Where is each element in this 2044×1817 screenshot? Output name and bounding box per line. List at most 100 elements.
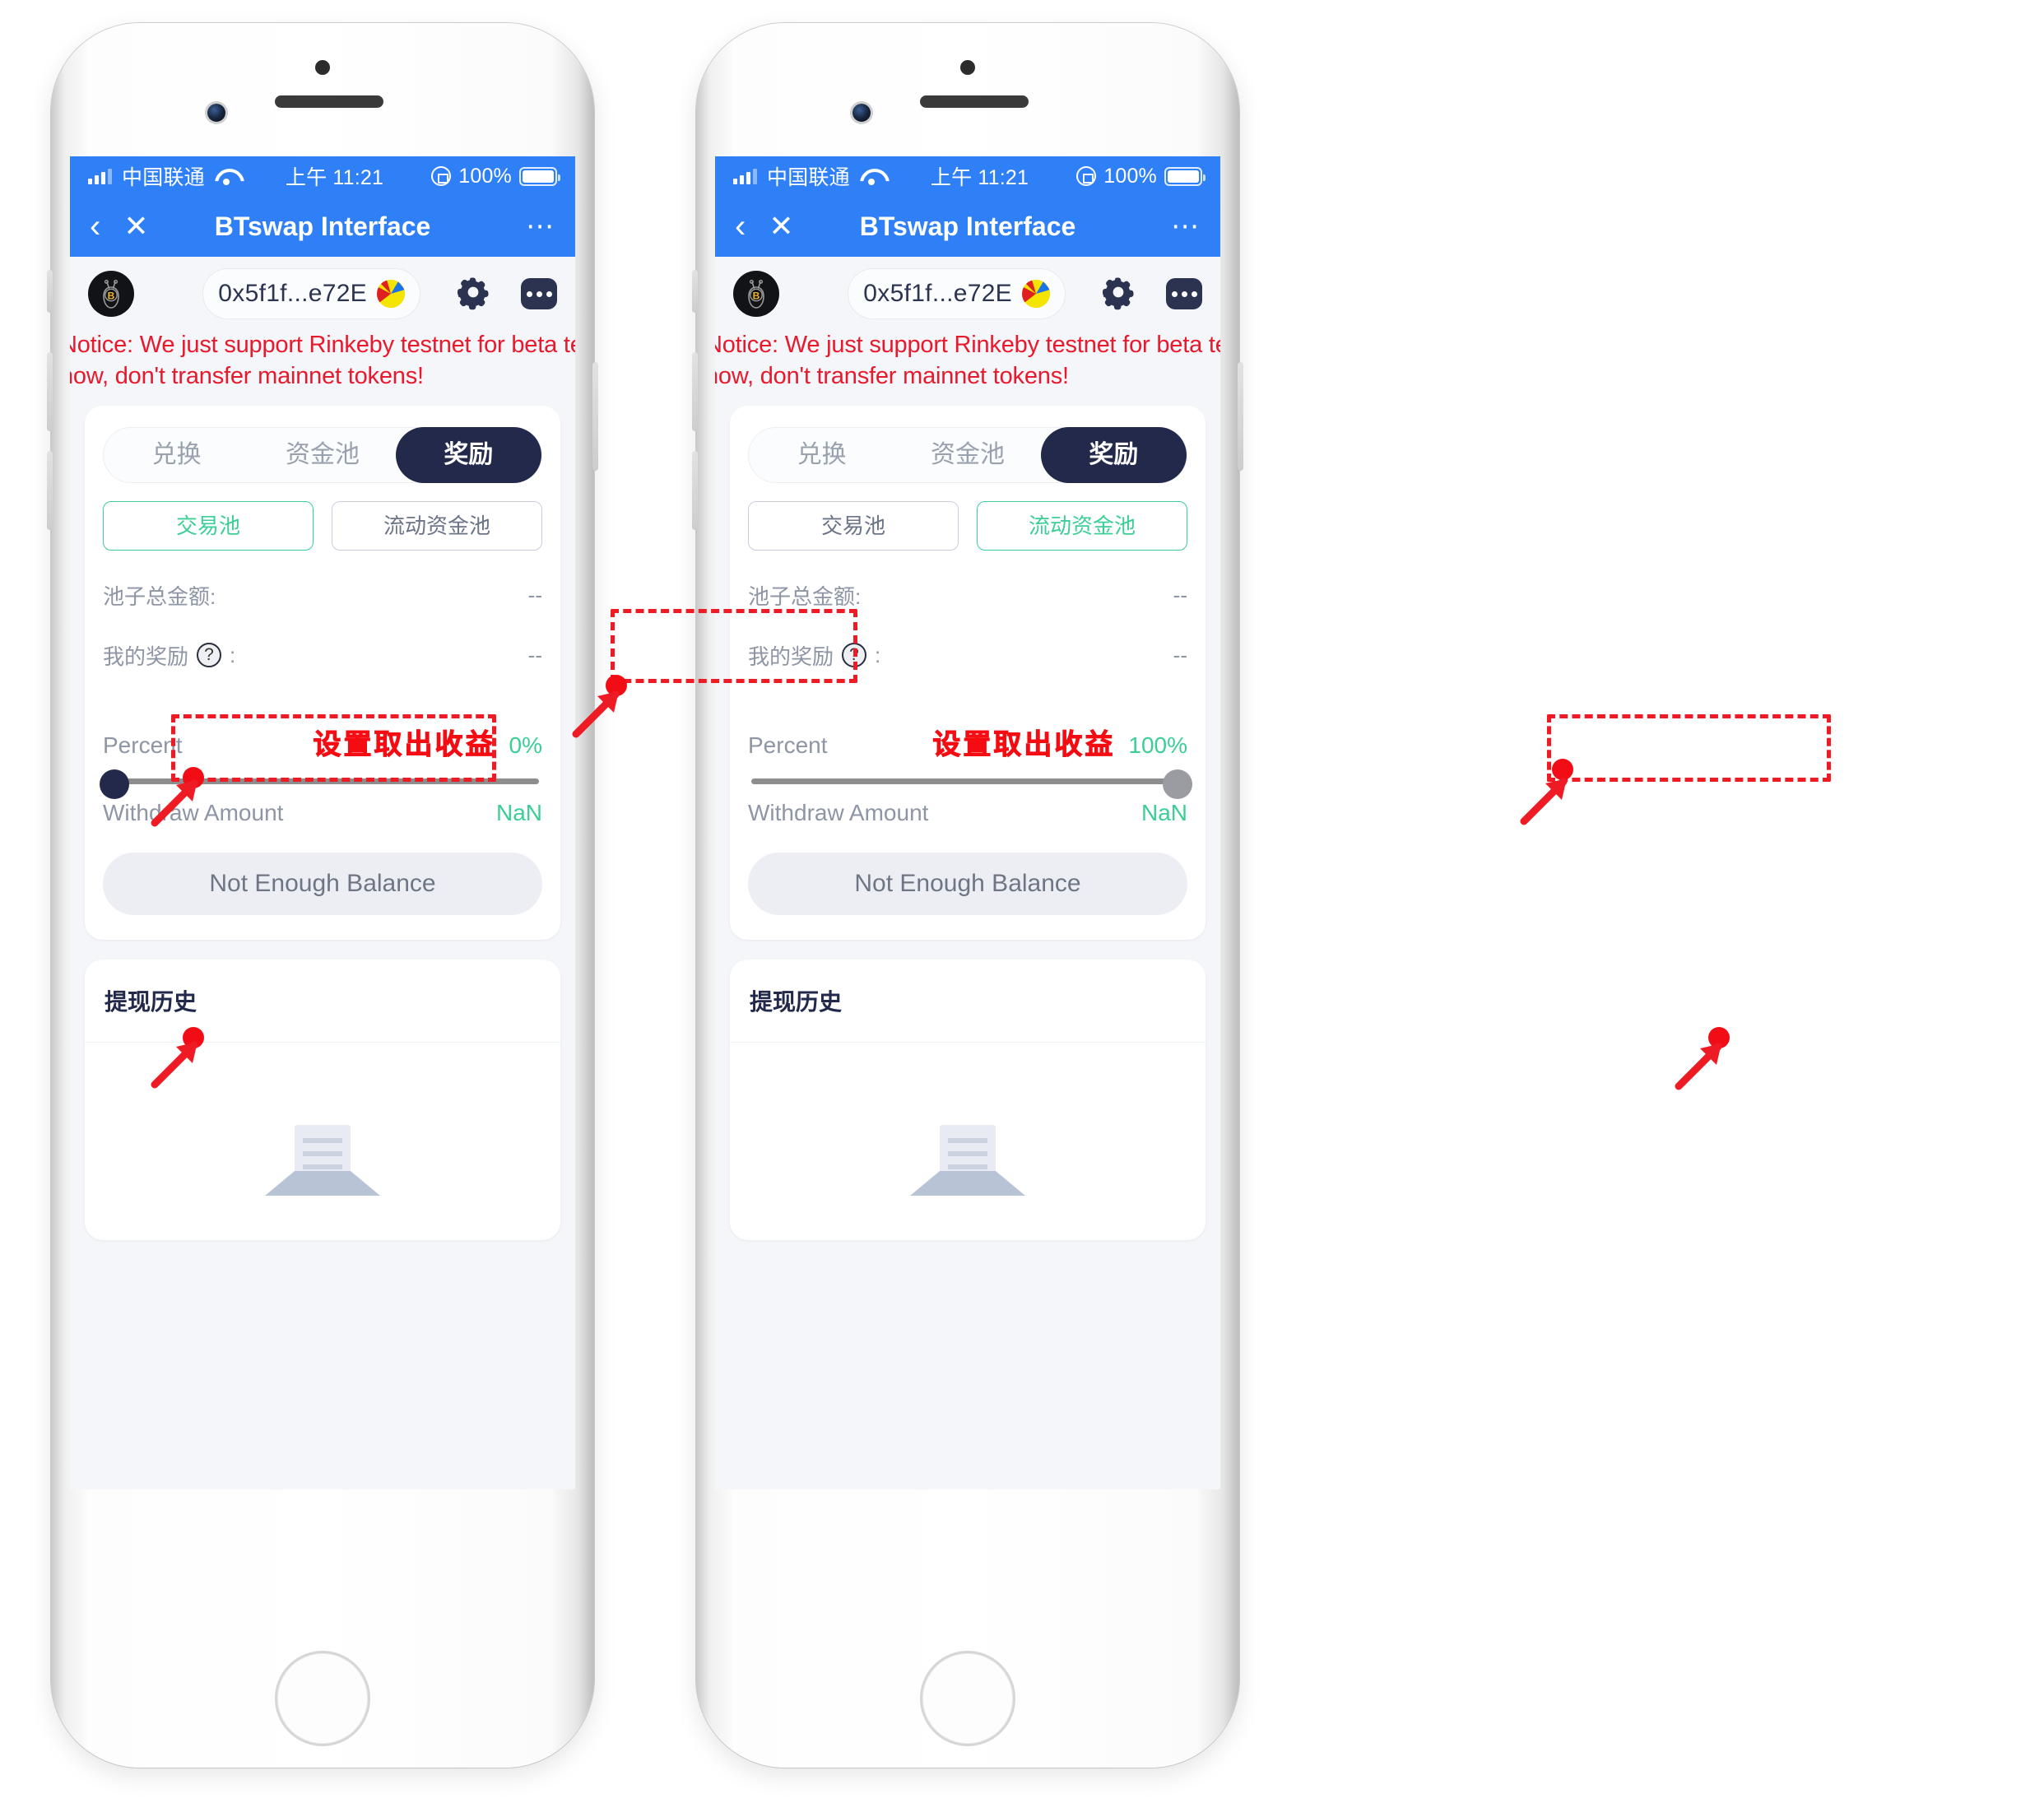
front-camera-icon (852, 104, 871, 122)
tab-swap[interactable]: 兑换 (749, 427, 894, 483)
tab-swap[interactable]: 兑换 (104, 427, 249, 483)
pool-button-liquidity[interactable]: 流动资金池 (977, 500, 1187, 551)
annotation-set-withdraw-profit: 设置取出收益 (313, 728, 496, 760)
testnet-notice: Notice: We just support Rinkeby testnet … (715, 324, 1220, 401)
withdraw-history-title: 提现历史 (105, 988, 197, 1015)
percent-value: 100% (1128, 732, 1187, 758)
ellipsis-icon[interactable]: ⋯ (526, 211, 555, 240)
ellipsis-square-icon[interactable] (521, 278, 557, 309)
gear-icon[interactable] (453, 272, 493, 316)
earpiece-speaker (275, 95, 383, 108)
app-header: B 0x5f1f...e72E (70, 257, 575, 324)
wallet-address-pill[interactable]: 0x5f1f...e72E (202, 268, 420, 319)
chevron-left-icon[interactable]: ‹ (90, 210, 100, 243)
total-pool-value: -- (527, 582, 542, 607)
tab-rewards[interactable]: 奖励 (1040, 426, 1187, 483)
volume-up-button[interactable] (47, 352, 53, 431)
withdraw-history-card: 提现历史 (730, 959, 1205, 1240)
percent-row: Percent 设置取出收益 100% (748, 718, 1187, 760)
mute-switch[interactable] (692, 270, 698, 313)
main-tabs: 兑换 资金池 奖励 (748, 426, 1187, 483)
signal-bars-icon (733, 168, 757, 184)
power-button[interactable] (1238, 362, 1243, 471)
rotation-lock-icon (1076, 166, 1097, 186)
power-button[interactable] (592, 362, 598, 471)
home-button[interactable] (920, 1651, 1015, 1746)
info-row-my-reward: 我的奖励 ? : -- (103, 640, 542, 671)
mute-switch[interactable] (47, 270, 53, 313)
withdraw-amount-row: Withdraw Amount NaN (103, 800, 542, 826)
volume-down-button[interactable] (47, 451, 53, 530)
pool-button-liquidity[interactable]: 流动资金池 (332, 500, 542, 551)
phone-device-right: 中国联通 上午 11:21 100% ‹ ✕ BTswap Interface … (692, 23, 1243, 1768)
info-row-total-pool: 池子总金额: -- (103, 580, 542, 611)
wallet-address-label: 0x5f1f...e72E (863, 280, 1012, 307)
annotation-arrow-slider-right (1675, 1043, 1722, 1090)
battery-percent-label: 100% (1103, 164, 1157, 188)
question-mark-icon[interactable]: ? (842, 643, 867, 668)
status-bar: 中国联通 上午 11:21 100% (70, 156, 575, 196)
tab-rewards[interactable]: 奖励 (395, 426, 541, 483)
my-reward-colon: : (230, 642, 236, 667)
proximity-sensor-icon (315, 60, 330, 75)
phone-screen-right: 中国联通 上午 11:21 100% ‹ ✕ BTswap Interface … (715, 156, 1220, 1489)
close-x-icon[interactable]: ✕ (769, 209, 793, 244)
clock-label: 上午 11:21 (930, 166, 1029, 189)
total-pool-value: -- (1173, 582, 1187, 607)
volume-down-button[interactable] (692, 451, 698, 530)
not-enough-balance-button[interactable]: Not Enough Balance (103, 852, 542, 915)
percent-slider[interactable] (748, 769, 1192, 799)
chevron-left-icon[interactable]: ‹ (735, 210, 746, 243)
phone-device-left: 中国联通 上午 11:21 100% ‹ ✕ BTswap Interface … (47, 23, 598, 1768)
withdraw-history-card: 提现历史 (85, 959, 560, 1240)
close-x-icon[interactable]: ✕ (123, 209, 148, 244)
ellipsis-square-icon[interactable] (1166, 278, 1202, 309)
ellipsis-icon[interactable]: ⋯ (1171, 211, 1201, 240)
total-pool-label: 池子总金额: (748, 583, 862, 609)
rewards-card: 兑换 资金池 奖励 交易池 流动资金池 池子总金额: -- 我的奖励 ?: -… (730, 405, 1205, 940)
withdraw-history-title: 提现历史 (750, 988, 843, 1015)
clock-label: 上午 11:21 (285, 166, 384, 189)
slider-track[interactable] (751, 778, 1184, 784)
notice-line-1: Notice: We just support Rinkeby testnet … (70, 332, 575, 358)
my-reward-colon: : (875, 642, 881, 667)
notice-line-2: now, don't transfer mainnet tokens! (70, 363, 424, 390)
not-enough-balance-button[interactable]: Not Enough Balance (748, 852, 1187, 915)
earpiece-speaker (920, 95, 1029, 108)
tab-pool[interactable]: 资金池 (249, 427, 395, 483)
slider-thumb[interactable] (1163, 769, 1192, 799)
wallet-address-pill[interactable]: 0x5f1f...e72E (848, 268, 1066, 319)
wifi-icon (215, 168, 238, 185)
phone-screen-left: 中国联通 上午 11:21 100% ‹ ✕ BTswap Interface … (70, 156, 575, 1489)
tab-pool[interactable]: 资金池 (894, 427, 1040, 483)
info-row-my-reward: 我的奖励 ? : -- (748, 640, 1187, 671)
pool-button-trading[interactable]: 交易池 (103, 500, 314, 551)
pool-type-selector: 交易池 流动资金池 (103, 500, 542, 551)
withdraw-amount-label: Withdraw Amount (103, 799, 284, 825)
screenshot-stage: 中国联通 上午 11:21 100% ‹ ✕ BTswap Interface … (0, 0, 2044, 1817)
percent-label: Percent (748, 732, 828, 758)
info-row-total-pool: 池子总金额: -- (748, 580, 1187, 611)
slider-track[interactable] (106, 778, 539, 784)
svg-text:B: B (753, 290, 760, 302)
annotation-dashbox-liquidity-pool (1547, 714, 1831, 782)
volume-up-button[interactable] (692, 352, 698, 431)
pool-type-selector: 交易池 流动资金池 (748, 500, 1187, 551)
pool-button-trading[interactable]: 交易池 (748, 500, 959, 551)
percent-slider[interactable] (100, 769, 542, 799)
home-button[interactable] (275, 1651, 370, 1746)
annotation-set-withdraw-profit: 设置取出收益 (932, 728, 1116, 760)
percent-row: Percent 设置取出收益 0% (103, 718, 542, 760)
jazzicon-avatar (1022, 280, 1050, 308)
empty-document-icon (85, 1043, 560, 1240)
withdraw-amount-value: NaN (1140, 799, 1187, 825)
my-reward-value: -- (527, 642, 542, 667)
jazzicon-avatar (377, 280, 405, 308)
btswap-bee-logo-icon: B (733, 271, 779, 317)
gear-icon[interactable] (1099, 272, 1138, 316)
question-mark-icon[interactable]: ? (197, 643, 222, 668)
slider-thumb[interactable] (100, 769, 129, 799)
notice-line-1: Notice: We just support Rinkeby testnet … (715, 332, 1220, 358)
percent-value: 0% (509, 732, 542, 758)
withdraw-amount-row: Withdraw Amount NaN (748, 800, 1187, 826)
